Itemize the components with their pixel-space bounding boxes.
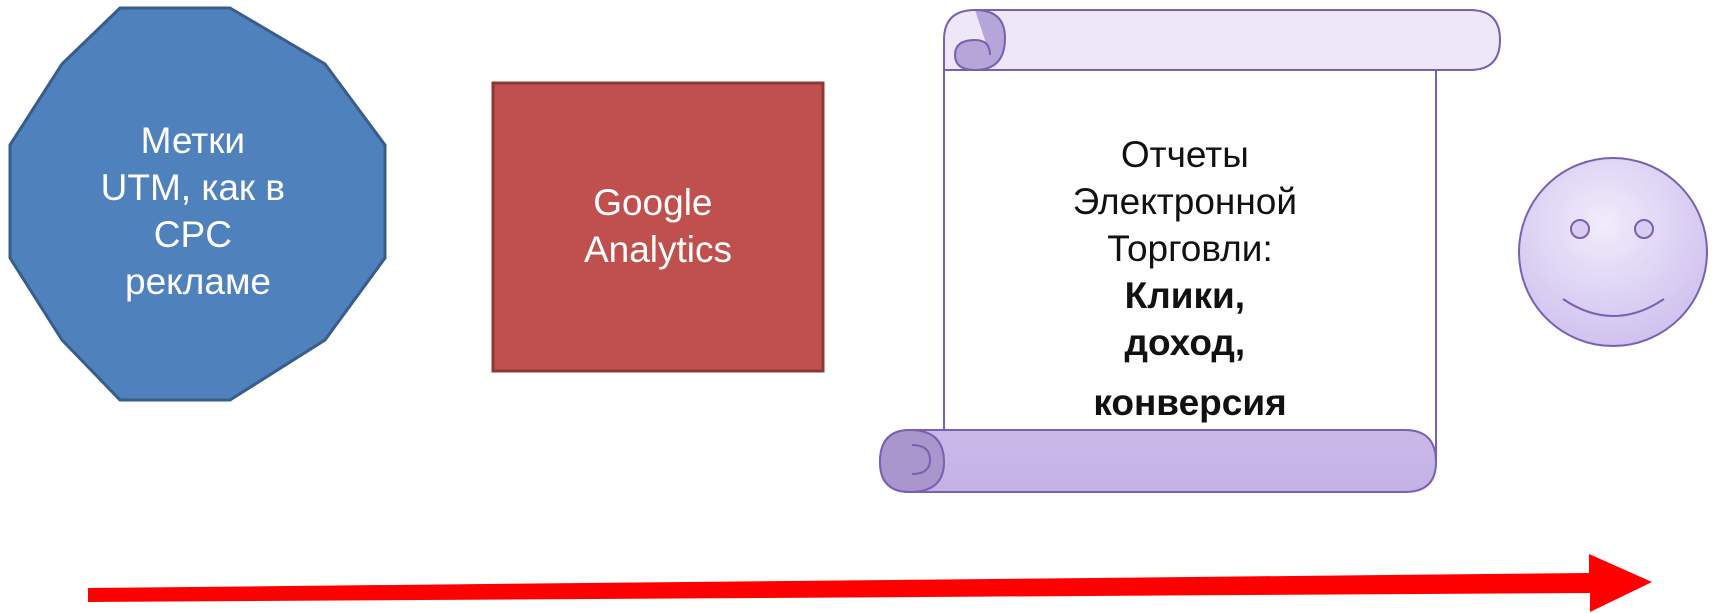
ecommerce-reports-label: Отчеты Электронной Торговли: <box>1073 134 1308 269</box>
right-arrow-icon <box>88 554 1652 612</box>
scroll-bottom-curl <box>878 428 946 494</box>
google-analytics-node: Google Analytics <box>491 81 825 373</box>
smiley-face-icon <box>1518 157 1708 347</box>
ecommerce-metrics-label: Клики, доход, конверсия <box>1093 275 1286 423</box>
smiley-left-eye <box>1570 219 1590 239</box>
google-analytics-shape <box>491 81 825 373</box>
arrow-shaft-and-head <box>88 554 1652 612</box>
utm-tags-node: Метки UTM, как в CPC рекламе <box>8 6 387 402</box>
smiley-right-eye <box>1634 219 1654 239</box>
ecommerce-reports-node: Отчеты Электронной Торговли: Клики, дохо… <box>878 9 1502 494</box>
scroll-top-roll <box>943 9 1502 71</box>
smiley-face-circle <box>1518 157 1708 347</box>
flow-diagram: Метки UTM, как в CPC рекламе Google Anal… <box>8 6 1708 612</box>
